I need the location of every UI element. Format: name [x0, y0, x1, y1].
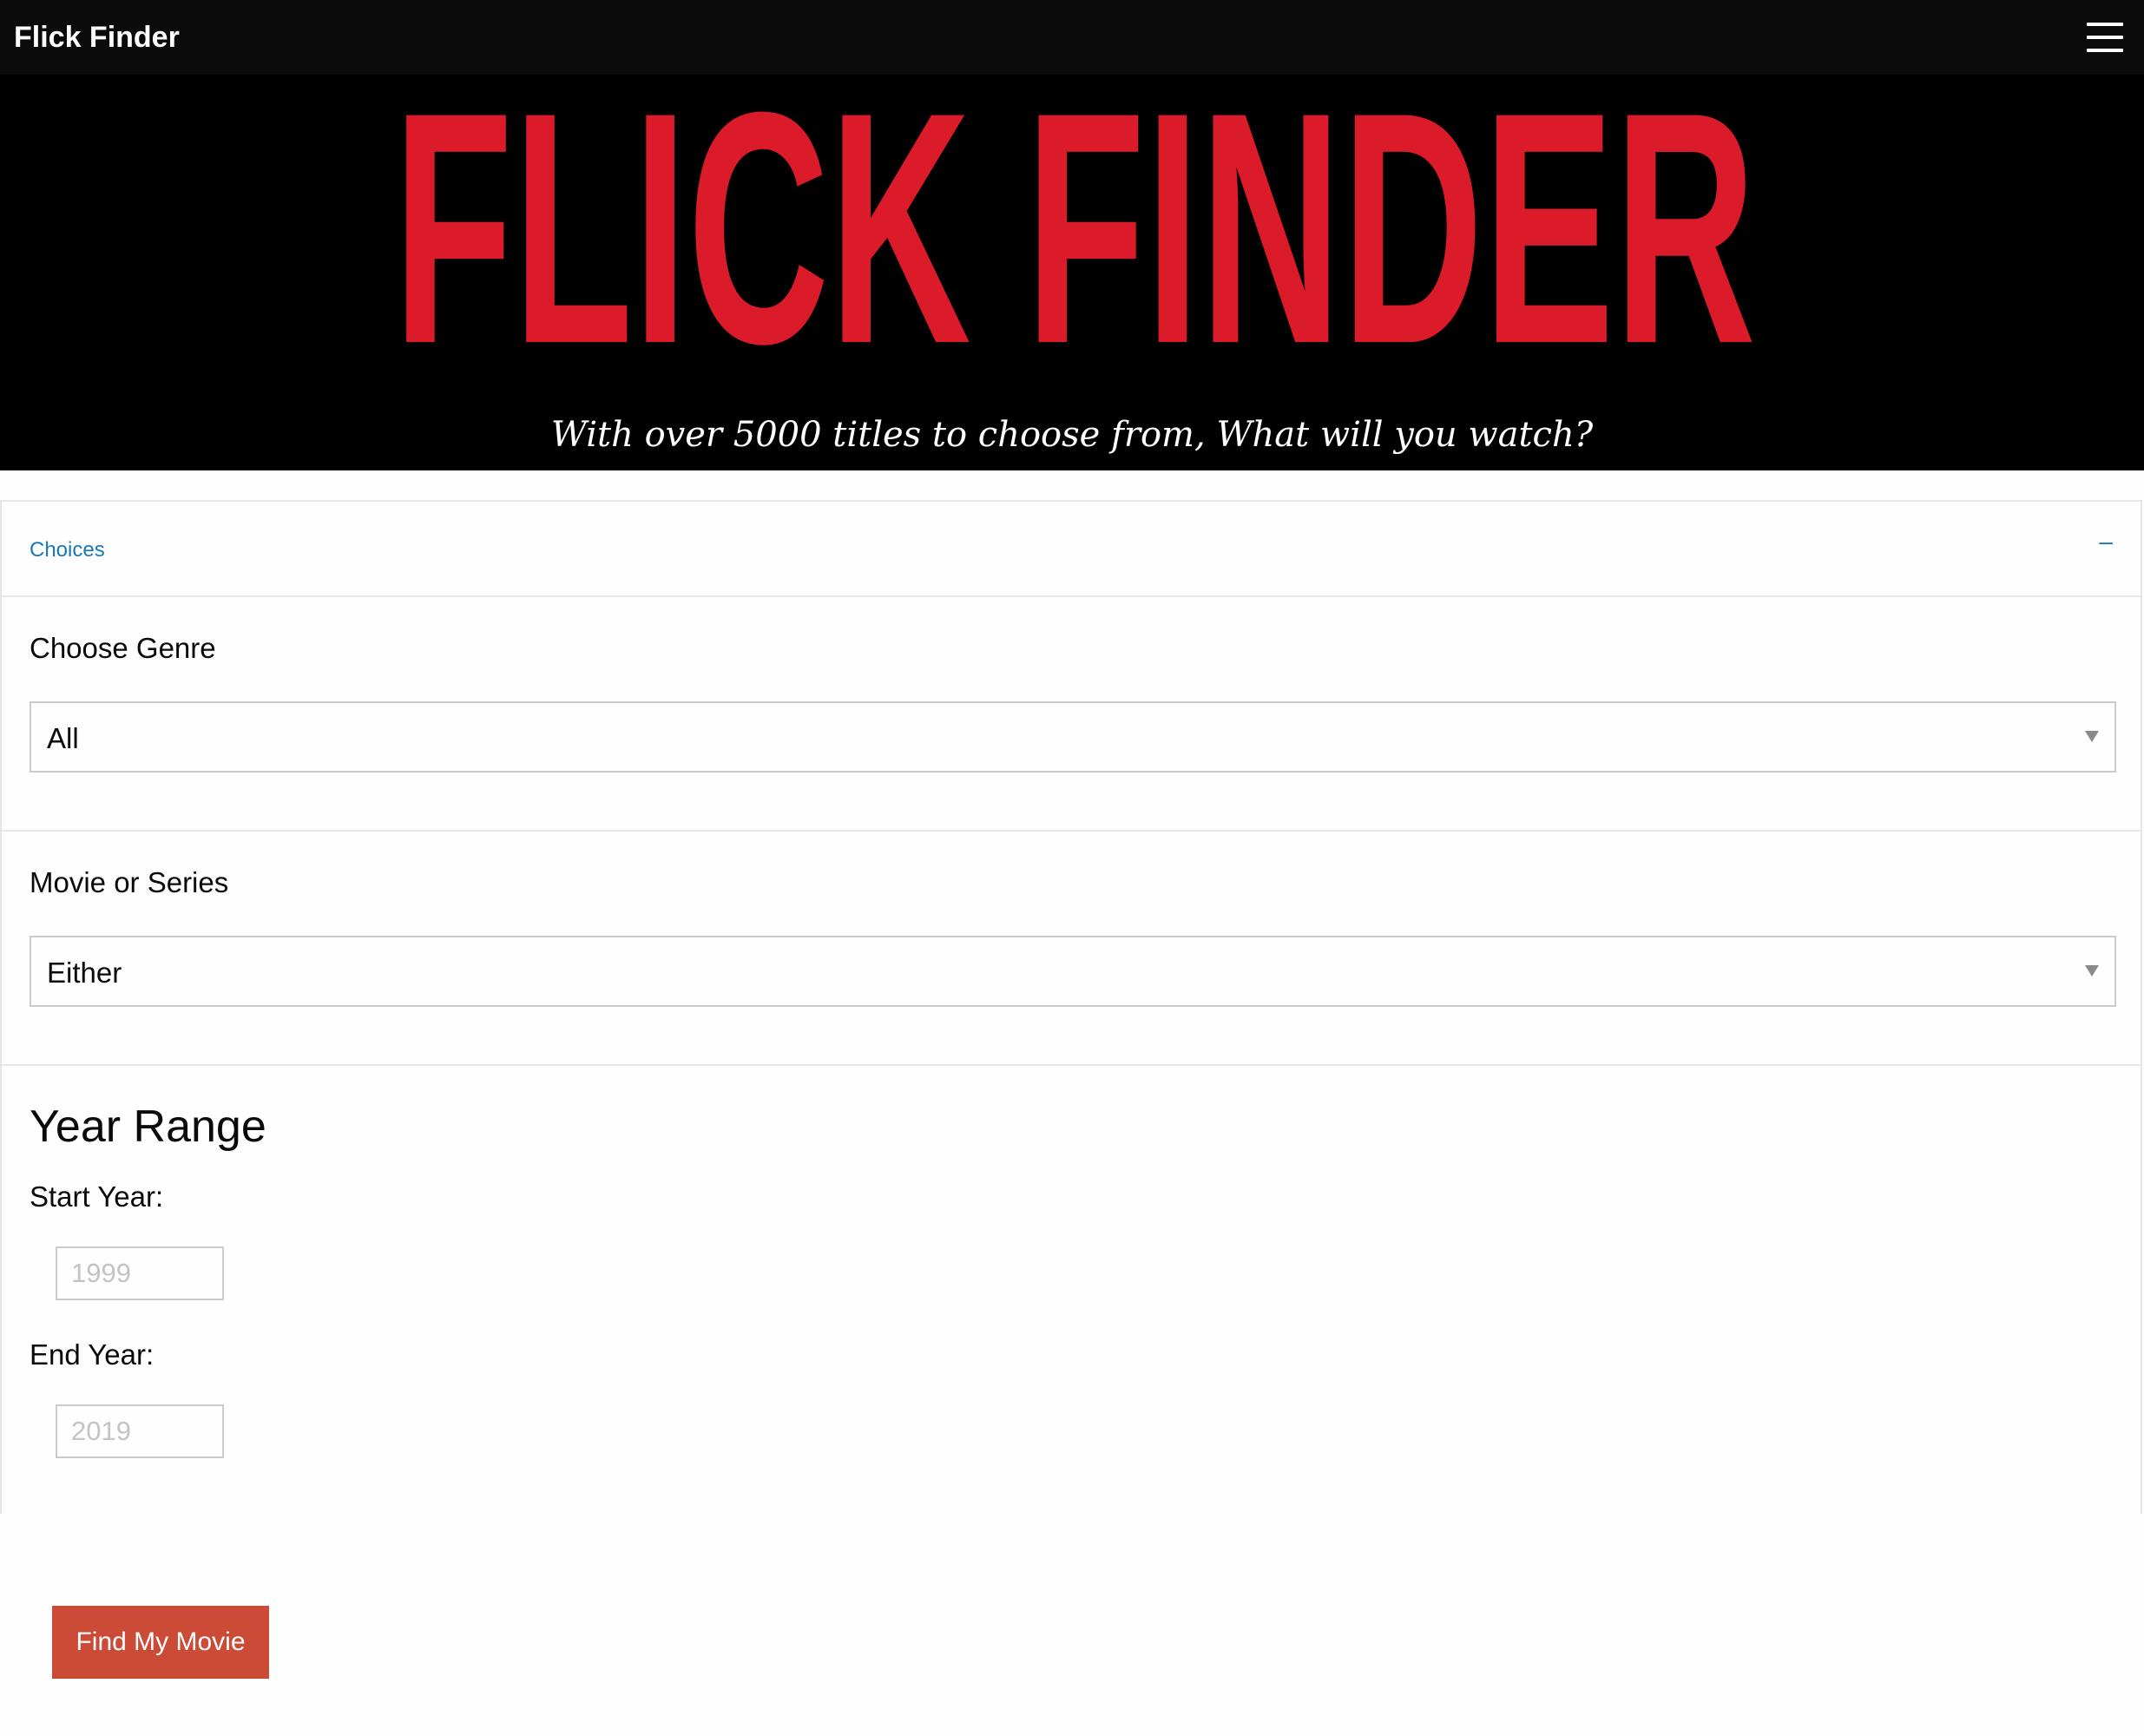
genre-label: Choose Genre [30, 632, 216, 664]
start-year-label: Start Year: [30, 1180, 164, 1213]
chevron-down-icon [2085, 965, 2099, 976]
hero-banner: FLICK FINDER With over 5000 titles to ch… [0, 75, 2144, 470]
type-section: Movie or Series Either [2, 832, 2141, 1066]
end-year-input[interactable] [56, 1404, 224, 1458]
logo-text: FLICK FINDER [393, 90, 1756, 377]
accordion-header[interactable]: Choices – [2, 502, 2141, 597]
chevron-down-icon [2085, 731, 2099, 742]
tagline: With over 5000 titles to choose from, Wh… [550, 415, 1594, 455]
accordion-title[interactable]: Choices [30, 538, 105, 562]
flick-finder-logo: FLICK FINDER [393, 90, 1756, 377]
hamburger-icon[interactable] [2087, 23, 2123, 57]
genre-section: Choose Genre All [2, 597, 2141, 832]
type-label: Movie or Series [30, 866, 229, 898]
end-year-label: End Year: [30, 1338, 155, 1371]
app-title[interactable]: Flick Finder [14, 21, 180, 55]
type-selected-value: Either [47, 957, 122, 989]
top-bar: Flick Finder [0, 0, 2144, 75]
start-year-input[interactable] [56, 1246, 224, 1300]
type-select[interactable]: Either [30, 936, 2116, 1007]
year-range-section: Year Range Start Year: End Year: [2, 1066, 2141, 1516]
collapse-icon[interactable]: – [2099, 528, 2113, 556]
choices-accordion: Choices – Choose Genre All Movie or Seri… [0, 500, 2142, 1514]
find-my-movie-button[interactable]: Find My Movie [52, 1606, 269, 1679]
genre-select[interactable]: All [30, 701, 2116, 773]
year-range-heading: Year Range [30, 1101, 266, 1152]
genre-selected-value: All [47, 722, 79, 754]
